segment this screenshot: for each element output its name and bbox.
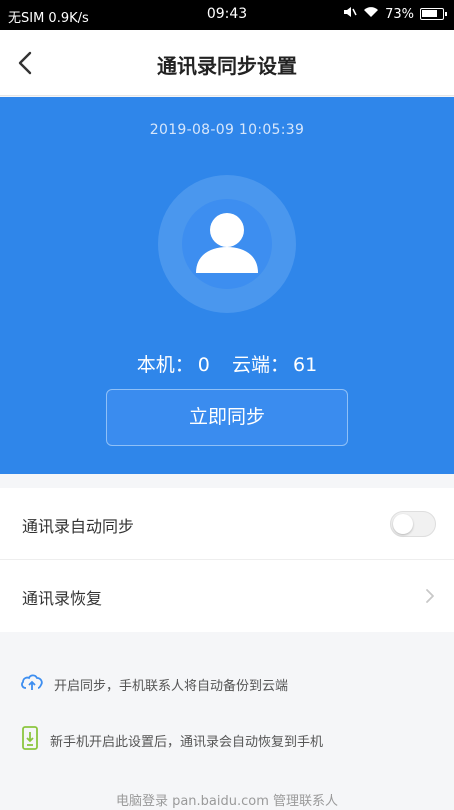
sync-status-panel: 2019-08-09 10:05:39 本机： 0 云端： 61 立即同步 xyxy=(0,97,454,474)
footer-note: 电脑登录 pan.baidu.com 管理联系人 xyxy=(115,794,339,809)
person-icon xyxy=(196,213,258,273)
status-indicators: 73% xyxy=(343,6,447,22)
contact-counts: 本机： 0 云端： 61 xyxy=(0,350,454,377)
auto-sync-row: 通讯录自动同步 xyxy=(0,488,454,560)
battery-percent: 73% xyxy=(385,6,414,22)
last-sync-timestamp: 2019-08-09 10:05:39 xyxy=(149,122,305,138)
chevron-right-icon xyxy=(424,586,436,606)
cloud-count: 61 xyxy=(293,354,318,376)
battery-icon xyxy=(420,8,447,20)
mute-icon xyxy=(343,6,357,22)
tip-restore-text: 新手机开启此设置后，通讯录会自动恢复到手机 xyxy=(50,734,324,750)
local-count: 0 xyxy=(197,354,210,376)
status-bar: 无SIM 0.9K/s 09:43 73% xyxy=(0,0,454,30)
auto-sync-label: 通讯录自动同步 xyxy=(22,517,135,536)
auto-sync-toggle[interactable] xyxy=(390,511,436,537)
cloud-count-label: 云端： xyxy=(232,354,290,376)
cloud-upload-icon xyxy=(20,672,44,696)
contacts-avatar xyxy=(158,175,296,313)
tip-cloud-backup-text: 开启同步，手机联系人将自动备份到云端 xyxy=(54,678,289,694)
wifi-icon xyxy=(363,6,379,22)
tip-restore-new-phone: 新手机开启此设置后，通讯录会自动恢复到手机 xyxy=(20,726,323,754)
page-title: 通讯录同步设置 xyxy=(157,54,297,78)
phone-restore-icon xyxy=(20,726,40,754)
sync-now-button[interactable]: 立即同步 xyxy=(106,389,348,446)
restore-contacts-label: 通讯录恢复 xyxy=(22,589,103,608)
navigation-bar: 通讯录同步设置 xyxy=(0,30,454,96)
tip-cloud-backup: 开启同步，手机联系人将自动备份到云端 xyxy=(20,672,288,696)
restore-contacts-row[interactable]: 通讯录恢复 xyxy=(0,560,454,632)
local-count-label: 本机： xyxy=(136,354,194,376)
settings-list: 通讯录自动同步 通讯录恢复 xyxy=(0,488,454,632)
toggle-knob xyxy=(393,514,413,534)
